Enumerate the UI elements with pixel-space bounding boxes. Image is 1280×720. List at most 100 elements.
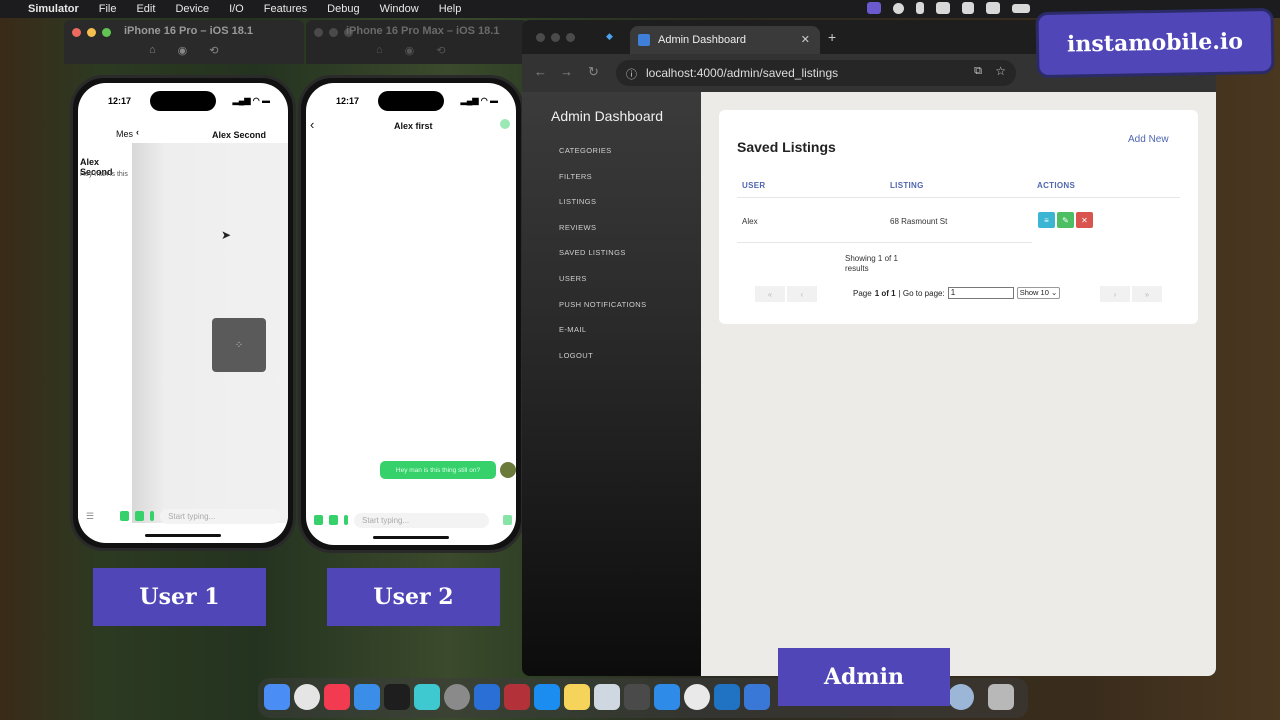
preview-icon[interactable] [594,684,620,710]
simulator-window-1-header: iPhone 16 Pro – iOS 18.1 ⌂ ◉ ⟲ [64,20,304,64]
camera-icon[interactable] [329,515,338,525]
sidebar-item-users[interactable]: USERS [559,274,587,283]
menu-file[interactable]: File [99,3,117,15]
tab-admin-dashboard[interactable]: Admin Dashboard ✕ [630,26,820,54]
view-list-icon[interactable]: ≡ [1038,212,1055,228]
menu-features[interactable]: Features [264,3,307,15]
minimize-dot-icon[interactable] [551,33,560,42]
close-dot-icon[interactable] [314,28,323,37]
next-page-button[interactable]: › [1100,286,1130,302]
mouse-cursor-icon: ➤ [221,228,232,242]
screenshot-icon[interactable]: ◉ [178,44,188,57]
prev-page-button[interactable]: ‹ [787,286,817,302]
finder-icon[interactable] [264,684,290,710]
simulator-icon[interactable] [474,684,500,710]
close-dot-icon[interactable] [536,33,545,42]
message-input[interactable]: Start typing... [160,508,280,524]
menu-app-name[interactable]: Simulator [28,3,79,15]
sidebar-item-filters[interactable]: FILTERS [559,172,592,181]
screen-record-icon[interactable] [867,2,881,14]
vpn-icon[interactable] [294,684,320,710]
attach-file-icon[interactable] [314,515,323,525]
send-icon[interactable] [503,515,512,525]
page-size-select[interactable]: Show 10 ⌄ [1016,287,1061,299]
sidebar-item-push-notifications[interactable]: PUSH NOTIFICATIONS [559,300,646,309]
home-icon[interactable]: ⌂ [149,44,156,57]
close-dot-icon[interactable] [72,28,81,37]
install-app-icon[interactable]: ⧉ [974,65,982,78]
display-icon[interactable] [936,2,950,14]
vscode-icon[interactable] [714,684,740,710]
new-tab-icon[interactable]: + [828,29,836,45]
rotate-icon[interactable]: ⟲ [209,44,218,57]
cell-user: Alex [742,217,758,226]
delete-icon[interactable]: ✕ [1076,212,1093,228]
avatar[interactable] [500,119,510,129]
goto-page-input[interactable]: 1 [947,287,1014,299]
mic-icon[interactable] [150,511,155,521]
page-value: 1 of 1 [874,288,896,298]
menu-help[interactable]: Help [439,3,462,15]
menu-io[interactable]: I/O [229,3,244,15]
site-info-icon[interactable]: ⓘ [626,66,637,82]
reload-icon[interactable]: ↻ [588,64,599,80]
music-icon[interactable] [324,684,350,710]
back-chevron-icon[interactable]: ‹ [136,127,139,137]
menu-device[interactable]: Device [175,3,209,15]
sidebar-item-email[interactable]: E-MAIL [559,325,586,334]
rotate-icon[interactable]: ⟲ [436,44,445,57]
first-page-button[interactable]: « [755,286,785,302]
clip-icon[interactable] [916,2,924,14]
sidebar-item-reviews[interactable]: REVIEWS [559,223,596,232]
zoom-dot-icon[interactable] [102,28,111,37]
camera-icon[interactable] [135,511,145,521]
menu-edit[interactable]: Edit [136,3,155,15]
system-settings-icon[interactable] [444,684,470,710]
minimize-dot-icon[interactable] [87,28,96,37]
quicktime-icon[interactable] [948,684,974,710]
pinned-tab-icon[interactable]: ◆ [606,31,613,42]
screenshot-icon[interactable]: ◉ [405,44,415,57]
close-tab-icon[interactable]: ✕ [801,33,810,46]
forward-arrow-icon[interactable]: → [560,64,573,79]
sidebar-item-logout[interactable]: LOGOUT [559,351,593,360]
menu-debug[interactable]: Debug [327,3,359,15]
xcode-tools-icon[interactable] [414,684,440,710]
dictionary-icon[interactable] [504,684,530,710]
app-store-icon[interactable] [534,684,560,710]
bookmark-star-icon[interactable]: ☆ [995,64,1006,78]
zoom-dot-icon[interactable] [566,33,575,42]
mail-icon[interactable] [354,684,380,710]
page-label: Page [853,288,872,298]
loading-spinner: ⁘ [212,318,266,372]
sidebar-item-listings[interactable]: LISTINGS [559,197,596,206]
home-icon[interactable]: ⌂ [376,44,383,57]
chat-title: Alex Second [212,130,267,140]
back-arrow-icon[interactable]: ← [534,64,547,79]
menu-window[interactable]: Window [380,3,419,15]
notes-icon[interactable] [564,684,590,710]
attach-file-icon[interactable] [120,511,130,521]
trash-icon[interactable] [988,684,1014,710]
keyboard-a-icon[interactable] [986,2,1000,14]
xcode-icon[interactable] [744,684,770,710]
back-chevron-icon[interactable]: ‹ [310,117,314,132]
message-input[interactable]: Start typing... [354,512,489,528]
battery-icon[interactable] [1012,3,1030,13]
sidebar-item-saved-listings[interactable]: SAVED LISTINGS [559,248,626,257]
last-page-button[interactable]: » [1132,286,1162,302]
safari-icon[interactable] [654,684,680,710]
back-label[interactable]: Mes [116,129,133,139]
edit-icon[interactable]: ✎ [1057,212,1074,228]
menu-lines-icon[interactable]: ☰ [86,511,94,522]
mic-icon[interactable] [344,515,348,525]
calculator-icon[interactable] [624,684,650,710]
chrome-icon[interactable] [684,684,710,710]
record-icon[interactable] [893,2,904,14]
minimize-dot-icon[interactable] [329,28,338,37]
activity-monitor-icon[interactable] [384,684,410,710]
volume-icon[interactable] [962,2,974,14]
sidebar-item-categories[interactable]: CATEGORIES [559,146,612,155]
add-new-link[interactable]: Add New [1128,134,1169,145]
address-bar[interactable]: ⓘ localhost:4000/admin/saved_listings ⧉ … [616,60,1016,86]
